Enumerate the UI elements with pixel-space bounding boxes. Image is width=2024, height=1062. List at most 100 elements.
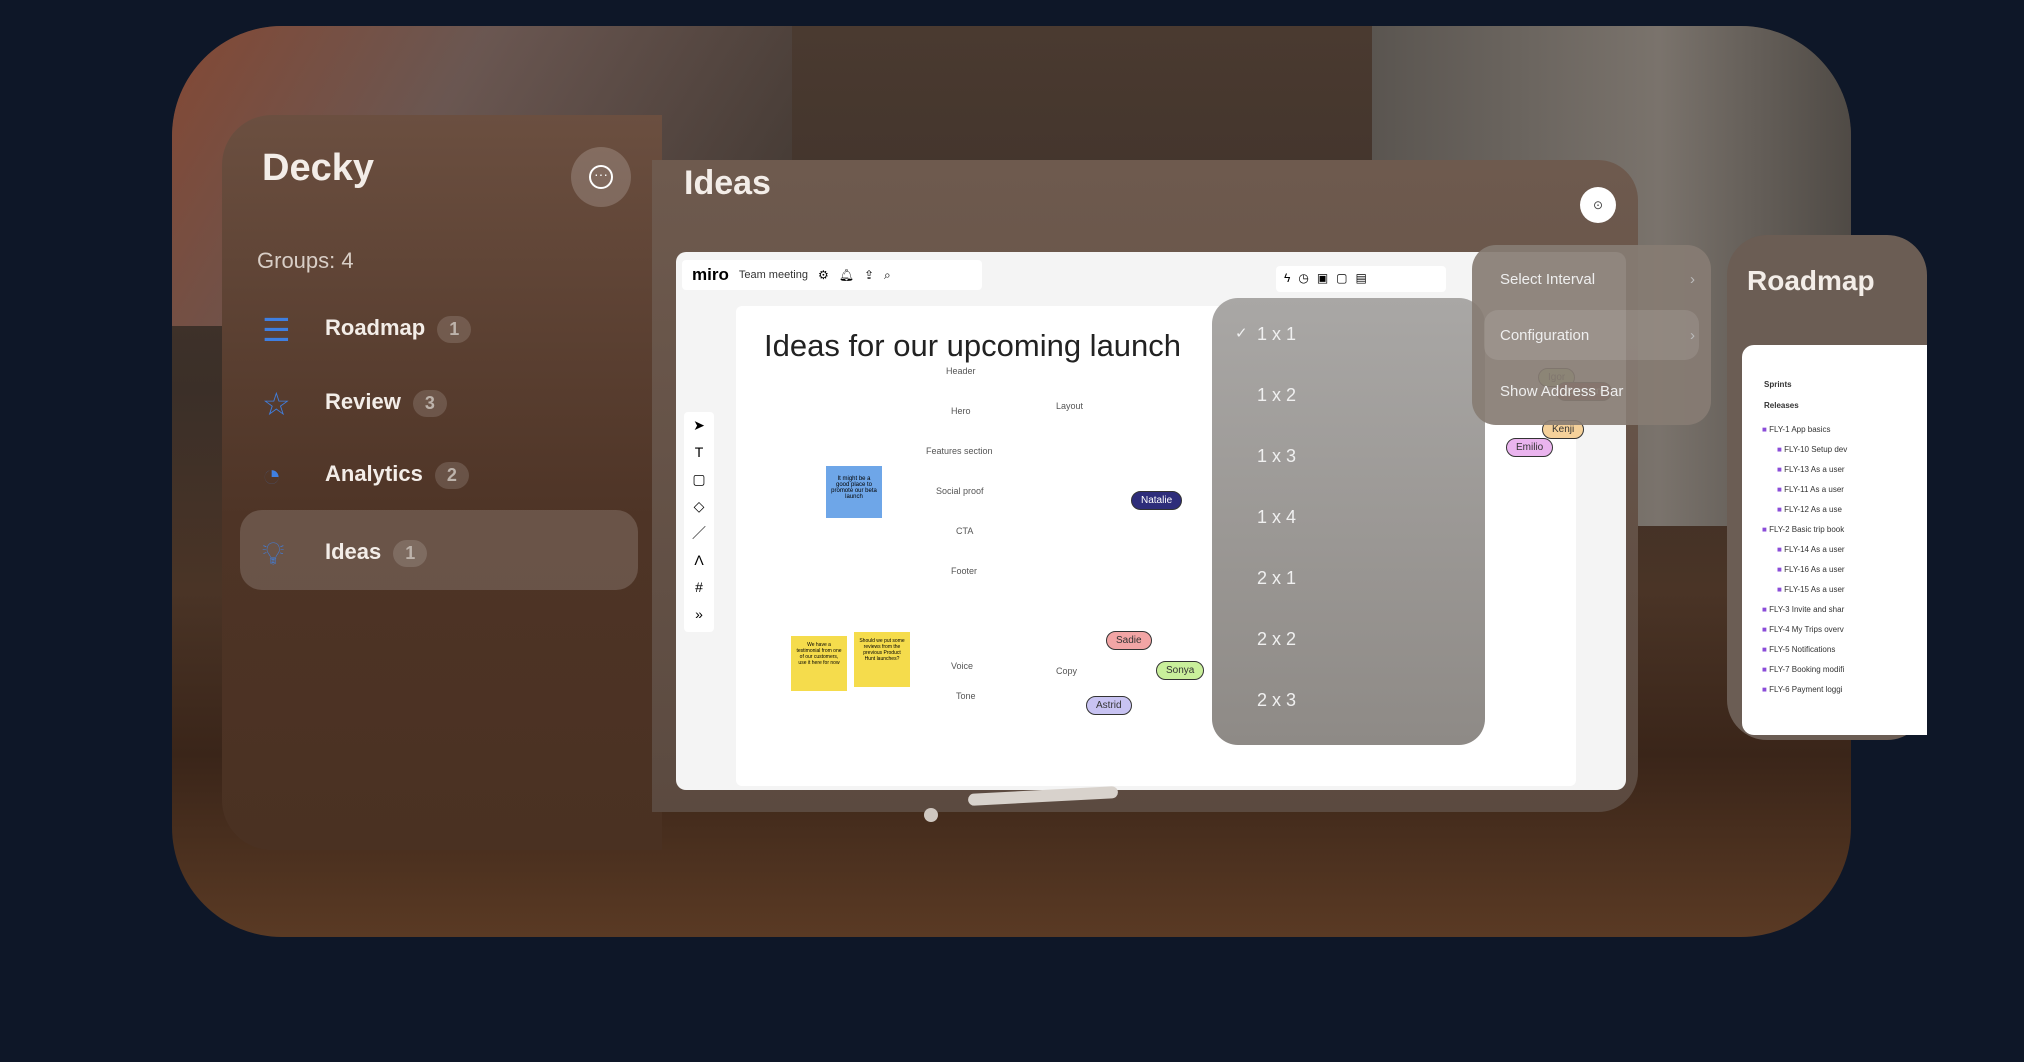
sticky-note[interactable]: Should we put some reviews from the prev… xyxy=(854,632,910,687)
mindmap-node[interactable]: Copy xyxy=(1056,666,1077,676)
sidebar-item-review[interactable]: ☆ Review3 › xyxy=(222,381,818,431)
lightbulb-icon: 💡︎ xyxy=(262,535,285,571)
search-icon[interactable]: ⌕ xyxy=(884,268,891,283)
page-title: Ideas xyxy=(684,164,771,202)
issue-icon: ■ xyxy=(1777,465,1782,474)
mindmap-node[interactable]: Hero xyxy=(951,406,971,416)
layout-option[interactable]: ✓ 1 x 1 xyxy=(1235,324,1296,345)
issue-icon: ■ xyxy=(1777,585,1782,594)
mindmap-node[interactable]: Footer xyxy=(951,566,977,576)
layout-option[interactable]: 2 x 3 xyxy=(1257,690,1296,711)
mindmap-node[interactable]: Layout xyxy=(1056,401,1083,411)
bell-icon[interactable]: 🔔︎ xyxy=(839,268,854,282)
mindmap-node[interactable]: CTA xyxy=(956,526,973,536)
menu-item[interactable]: Show Address Bar xyxy=(1500,383,1695,400)
layout-option[interactable]: 2 x 2 xyxy=(1257,629,1296,650)
layout-rows-icon: ☰ xyxy=(262,312,291,348)
mindmap-node[interactable]: Header xyxy=(946,366,976,376)
roadmap-row[interactable]: ■ FLY-2 Basic trip book xyxy=(1762,525,1844,534)
collaborator-cursor: Sonya xyxy=(1156,661,1205,680)
tools-sidebar[interactable]: ➤ T ▢ ◇ ／ Λ #» xyxy=(684,412,714,632)
chevron-right-icon: › xyxy=(1690,327,1695,344)
roadmap-row[interactable]: ■ FLY-3 Invite and shar xyxy=(1762,605,1844,614)
roadmap-row[interactable]: ■ FLY-11 As a user xyxy=(1777,485,1844,494)
frame-title: Ideas for our upcoming launch xyxy=(764,328,1182,363)
issue-icon: ■ xyxy=(1777,445,1782,454)
roadmap-row[interactable]: ■ FLY-12 As a use xyxy=(1777,505,1842,514)
sidebar-item-label: Analytics xyxy=(325,461,423,486)
count-badge: 1 xyxy=(437,316,472,343)
checkmark-icon: ✓ xyxy=(1235,325,1248,342)
groups-count: Groups: 4 xyxy=(257,248,354,273)
issue-icon: ■ xyxy=(1762,425,1767,434)
chevron-right-icon: › xyxy=(1690,271,1695,288)
count-badge: 1 xyxy=(393,540,428,567)
layout-option[interactable]: 1 x 2 xyxy=(1257,385,1296,406)
ellipsis-circle-icon: ··· xyxy=(589,165,613,189)
star-icon: ☆ xyxy=(262,386,291,422)
options-button[interactable]: ⊙ xyxy=(1580,187,1616,223)
miro-logo: miro xyxy=(692,265,729,284)
roadmap-row[interactable]: ■ FLY-1 App basics xyxy=(1762,425,1830,434)
roadmap-row[interactable]: ■ FLY-10 Setup dev xyxy=(1777,445,1847,454)
menu-item[interactable]: Configuration › xyxy=(1500,327,1695,344)
issue-icon: ■ xyxy=(1777,545,1782,554)
layout-option[interactable]: 2 x 1 xyxy=(1257,568,1296,589)
settings-icon[interactable]: ⚙ xyxy=(818,268,829,282)
layout-option[interactable]: 1 x 4 xyxy=(1257,507,1296,528)
collaborator-cursor: Emilio xyxy=(1506,438,1554,457)
layout-dropdown: ✓ 1 x 1 1 x 2 1 x 3 1 x 4 2 x 1 2 x 2 2 x 3 xyxy=(1212,298,1485,745)
roadmap-row[interactable]: ■ FLY-15 As a user xyxy=(1777,585,1845,594)
sidebar-item-label: Review xyxy=(325,389,401,414)
roadmap-row[interactable]: ■ FLY-4 My Trips overv xyxy=(1762,625,1844,634)
roadmap-row[interactable]: ■ FLY-6 Payment loggi xyxy=(1762,685,1842,694)
more-button[interactable]: ··· xyxy=(571,147,631,207)
sidebar-item-ideas[interactable]: 💡︎ Ideas1 › xyxy=(222,531,818,581)
collaborator-cursor: Astrid xyxy=(1086,696,1132,715)
page-dot[interactable] xyxy=(924,808,938,822)
layout-option[interactable]: 1 x 3 xyxy=(1257,446,1296,467)
issue-icon: ■ xyxy=(1762,645,1767,654)
mindmap-node[interactable]: Features section xyxy=(926,446,993,456)
roadmap-row[interactable]: ■ FLY-14 As a user xyxy=(1777,545,1845,554)
collaborator-cursor: Sadie xyxy=(1106,631,1152,650)
issue-icon: ■ xyxy=(1762,625,1767,634)
roadmap-row[interactable]: ■ FLY-13 As a user xyxy=(1777,465,1845,474)
issue-icon: ■ xyxy=(1777,565,1782,574)
mindmap-node[interactable]: Social proof xyxy=(936,486,984,496)
sidebar-item-label: Ideas xyxy=(325,539,382,564)
window-title: Roadmap xyxy=(1747,265,1875,296)
issue-icon: ■ xyxy=(1762,605,1767,614)
sticky-note[interactable]: It might be a good place to promote our … xyxy=(826,466,882,518)
issue-icon: ■ xyxy=(1777,485,1782,494)
collab-toolbar[interactable]: ϟ◷▣▢▤ xyxy=(1276,266,1446,292)
roadmap-row[interactable]: ■ FLY-16 As a user xyxy=(1777,565,1845,574)
app-title: Decky xyxy=(262,147,374,189)
roadmap-list: Sprints Releases ■ FLY-1 App basics ■ FLY… xyxy=(1742,345,1927,735)
context-menu: Select Interval › Configuration › Show Addre… xyxy=(1472,245,1711,425)
mindmap-node[interactable]: Voice xyxy=(951,661,973,671)
issue-icon: ■ xyxy=(1777,505,1782,514)
issue-icon: ■ xyxy=(1762,685,1767,694)
count-badge: 2 xyxy=(434,462,469,489)
miro-toolbar: miro Team meeting ⚙ 🔔︎ ⇪ ⌕ xyxy=(682,260,982,290)
roadmap-row[interactable]: ■ FLY-7 Booking modifi xyxy=(1762,665,1844,674)
issue-icon: ■ xyxy=(1762,525,1767,534)
sidebar: Decky ··· Groups: 4 ☰ Roadmap1 › ☆ Revie… xyxy=(222,115,818,850)
sidebar-item-roadmap[interactable]: ☰ Roadmap1 › xyxy=(222,307,818,357)
upload-icon[interactable]: ⇪ xyxy=(864,268,874,282)
board-name[interactable]: Team meeting xyxy=(739,269,808,281)
ellipsis-circle-icon: ⊙ xyxy=(1592,198,1604,212)
menu-item[interactable]: Select Interval › xyxy=(1500,271,1695,288)
collaborator-cursor: Natalie xyxy=(1131,491,1183,510)
mindmap-node[interactable]: Tone xyxy=(956,691,976,701)
count-badge: 3 xyxy=(412,390,447,417)
roadmap-row[interactable]: ■ FLY-5 Notifications xyxy=(1762,645,1835,654)
sidebar-item-analytics[interactable]: ◔ Analytics2 › xyxy=(222,453,818,503)
sidebar-item-label: Roadmap xyxy=(325,315,426,340)
roadmap-window[interactable]: Roadmap Sprints Releases ■ FLY-1 App bas… xyxy=(1727,235,1927,740)
section-label: Sprints xyxy=(1764,380,1792,389)
sticky-note[interactable]: We have a testimonial from one of our cu… xyxy=(791,636,847,691)
issue-icon: ■ xyxy=(1762,665,1767,674)
section-label: Releases xyxy=(1764,401,1799,410)
